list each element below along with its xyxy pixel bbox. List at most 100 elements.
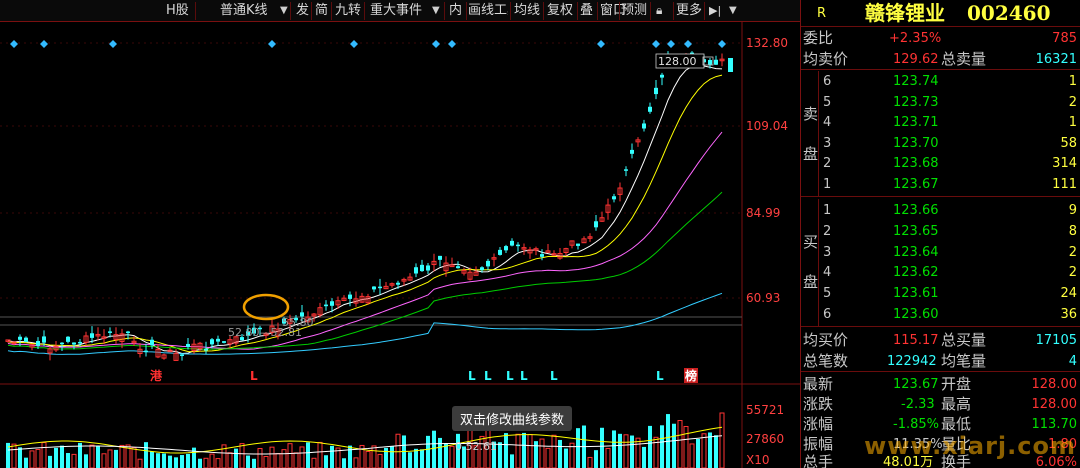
volume-bar [114, 449, 118, 468]
candle-body [72, 342, 76, 345]
toolbar-adjust[interactable]: 复权 [547, 0, 573, 22]
candle-body [630, 149, 634, 154]
avg-buy-price: 115.17 [893, 333, 939, 348]
open-label: 开盘 [941, 375, 972, 393]
volume-bar [66, 453, 70, 468]
volume-bar [708, 432, 712, 468]
volume-bar [299, 446, 305, 468]
toolbar-kline-type[interactable]: 普通K线 [220, 0, 268, 22]
deals-row: 总笔数 122942 均笔量 4 [801, 351, 1080, 372]
avg-buy-label: 均买价 [803, 331, 849, 349]
chevron-down-icon[interactable]: ▼ [432, 0, 440, 22]
volume-bar [504, 433, 508, 468]
quote-panel: R 赣锋锂业 002460 委比 +2.35% 785 均卖价 129.62 总… [800, 0, 1080, 468]
kline-chart-canvas[interactable]: 132.80 109.04 84.99 60.93 55721 27860 X1… [0, 22, 800, 468]
candle-body [420, 264, 424, 272]
candle-body [714, 59, 718, 65]
toolbar-forecast[interactable]: 预测 [621, 0, 647, 22]
price-axis-label: 60.93 [746, 291, 780, 305]
toolbar-separator [543, 2, 544, 20]
chevron-down-icon[interactable]: ▼ [729, 0, 737, 22]
buy-level-row[interactable]: 5 123.61 24 [801, 283, 1080, 304]
sell-level-price: 123.74 [893, 74, 939, 89]
volume-bar [137, 458, 143, 468]
lock-icon[interactable]: 🔒︎ [656, 0, 662, 22]
volume-bar [180, 455, 184, 468]
highlight-circle-annotation [242, 293, 290, 321]
chevron-down-icon[interactable]: ▼ [280, 0, 288, 22]
toolbar-ma[interactable]: 均线 [514, 0, 540, 22]
event-diamond [667, 40, 675, 48]
event-marker: L [506, 369, 514, 383]
toolbar-separator [444, 2, 445, 20]
volume-bar [365, 451, 371, 468]
candle-body [66, 336, 70, 342]
buy-level-row[interactable]: 3 123.64 2 [801, 242, 1080, 263]
volume-bar [630, 435, 634, 468]
candle-body [594, 221, 598, 228]
volume-bar [263, 456, 269, 468]
event-markers-row: 港 L L L L L L L 榜 [150, 368, 698, 383]
volume-overlay-label: 0.52.61 [455, 440, 497, 453]
volume-bar [107, 449, 113, 468]
sell-level-row[interactable]: 3 123.70 58 [801, 133, 1080, 154]
volume-bar [60, 445, 64, 468]
sell-level-number: 1 [823, 176, 832, 192]
sell-level-volume: 314 [1052, 156, 1077, 171]
buy-level-row[interactable]: 2 123.65 8 [801, 221, 1080, 242]
goto-end-icon[interactable]: ▶| [709, 0, 721, 22]
volume-bar [564, 448, 568, 468]
volume-bar [395, 433, 401, 468]
toolbar-nei[interactable]: 内 [449, 0, 462, 22]
sell-order-book: 卖 盘 6 123.74 1 5 123.73 2 4 123.71 1 3 123.70 58 2 12… [801, 71, 1080, 197]
volume-bar [672, 423, 676, 468]
candle-body [396, 282, 400, 285]
sell-level-row[interactable]: 4 123.71 1 [801, 112, 1080, 133]
deals-label: 总笔数 [803, 352, 849, 370]
sell-level-row[interactable]: 2 123.68 314 [801, 153, 1080, 174]
buy-level-row[interactable]: 4 123.62 2 [801, 262, 1080, 283]
latest-label: 最新 [803, 375, 834, 393]
candle-body [144, 350, 148, 353]
avg-sell-price: 129.62 [893, 52, 939, 67]
volume-bar [635, 437, 641, 468]
volume-bar [527, 433, 533, 468]
volume-bar [209, 453, 215, 468]
toolbar-separator [650, 2, 651, 20]
sell-level-row[interactable]: 1 123.67 111 [801, 174, 1080, 195]
chart-toolbar: H股 普通K线 ▼ 发 简 九转 重大事件 ▼ 内 画线工具 均线 复权 叠 窗… [0, 0, 800, 22]
toolbar-more[interactable]: 更多 [676, 0, 702, 22]
event-marker: L [550, 369, 558, 383]
buy-level-row[interactable]: 1 123.66 9 [801, 200, 1080, 221]
volume-bar [168, 455, 172, 468]
volume-bar [515, 433, 521, 468]
toolbar-jian[interactable]: 简 [315, 0, 328, 22]
tooltip: 双击修改曲线参数 [452, 406, 573, 431]
toolbar-hshare[interactable]: H股 [166, 0, 189, 22]
volume-bar [35, 449, 41, 468]
candle-body [486, 260, 490, 267]
candle-body [180, 354, 184, 356]
toolbar-separator [704, 2, 705, 20]
toolbar-major-events[interactable]: 重大事件 [370, 0, 422, 22]
buy-level-row[interactable]: 6 123.60 36 [801, 304, 1080, 325]
candle-body [456, 266, 460, 269]
event-diamond [684, 40, 692, 48]
toolbar-draw-tools[interactable]: 画线工具 [468, 0, 508, 22]
volume-bar [131, 447, 137, 468]
kline-chart[interactable]: 132.80 109.04 84.99 60.93 55721 27860 X1… [0, 22, 800, 468]
site-watermark: www.xiarj.com [864, 432, 1076, 460]
toolbar-jiuzhuan[interactable]: 九转 [335, 0, 361, 22]
sell-level-row[interactable]: 6 123.74 1 [801, 71, 1080, 92]
volume-bar [689, 443, 695, 468]
event-diamond [10, 40, 18, 48]
moving-average-lines [7, 65, 723, 355]
toolbar-fa[interactable]: 发 [296, 0, 309, 22]
volume-bar [498, 442, 502, 468]
volume-bar [239, 443, 245, 468]
sell-level-price: 123.67 [893, 176, 939, 192]
volume-bar [714, 435, 718, 468]
buy-level-number: 3 [823, 244, 832, 260]
toolbar-overlay[interactable]: 叠 [580, 0, 593, 22]
sell-level-row[interactable]: 5 123.73 2 [801, 92, 1080, 113]
